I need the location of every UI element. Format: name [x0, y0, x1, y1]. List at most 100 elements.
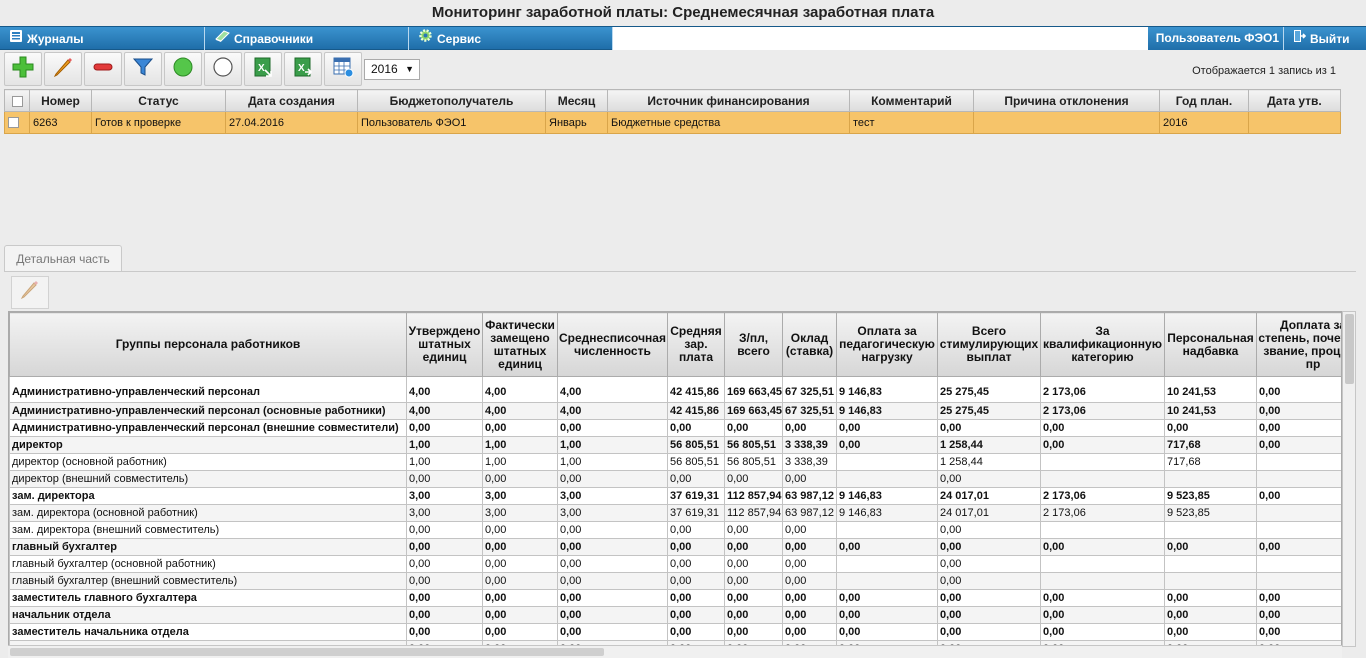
cell-value: 0,00: [937, 521, 1041, 539]
table-row[interactable]: Административно-управленческий персонал …: [9, 419, 1341, 437]
table-row[interactable]: главный бухгалтер (внешний совместитель)…: [9, 572, 1341, 590]
col-degree-bonus[interactable]: Доплата за степень, почетное звание, про…: [1256, 312, 1341, 377]
cell-value: 2 173,06: [1040, 376, 1165, 403]
cell-group: зам. директора: [9, 487, 407, 505]
col-approved[interactable]: Дата утв.: [1248, 89, 1341, 112]
edit-button[interactable]: [44, 52, 82, 86]
horizontal-scroll-thumb[interactable]: [10, 648, 604, 656]
approve-button[interactable]: [164, 52, 202, 86]
cell-value: [1040, 470, 1165, 488]
empty-circle-icon: [211, 55, 235, 84]
cell-value: 0,00: [406, 606, 483, 624]
cell-value: 0,00: [782, 521, 837, 539]
cell-value: 56 805,51: [724, 453, 783, 471]
col-comment[interactable]: Комментарий: [849, 89, 974, 112]
cell-value: 10 241,53: [1164, 402, 1257, 420]
cell-approved: [1248, 111, 1341, 134]
cell-value: 1 258,44: [937, 436, 1041, 454]
col-salary-total[interactable]: З/пл, всего: [724, 312, 783, 377]
cell-source: Бюджетные средства: [607, 111, 850, 134]
table-row[interactable]: директор (основной работник) 1,00 1,00 1,00…: [9, 453, 1341, 471]
col-approved-units[interactable]: Утверждено штатных единиц: [406, 312, 483, 377]
vertical-scrollbar[interactable]: [1342, 311, 1356, 647]
cell-value: 0,00: [782, 470, 837, 488]
table-row[interactable]: директор (внешний совместитель) 0,00 0,00 0…: [9, 470, 1341, 488]
table-row[interactable]: зам. директора (основной работник) 3,00 3,…: [9, 504, 1341, 522]
horizontal-scrollbar[interactable]: [8, 645, 1342, 658]
col-base-rate[interactable]: Оклад (ставка): [782, 312, 837, 377]
cell-value: 37 619,31: [667, 487, 725, 505]
select-all-checkbox[interactable]: [4, 89, 30, 112]
cell-value: [1256, 504, 1341, 522]
pencil-icon: [51, 55, 75, 84]
table-row[interactable]: главный бухгалтер 0,00 0,00 0,00 0,00 0,00 0,0…: [9, 538, 1341, 556]
col-personal-bonus[interactable]: Персональная надбавка: [1164, 312, 1257, 377]
col-avg-headcount[interactable]: Среднесписочная численность: [557, 312, 668, 377]
col-status[interactable]: Статус: [91, 89, 226, 112]
documents-table: Номер Статус Дата создания Бюджетополуча…: [4, 89, 1341, 134]
cell-value: 0,00: [937, 589, 1041, 607]
table-row[interactable]: 6263 Готов к проверке 27.04.2016 Пользов…: [4, 111, 1341, 134]
table-row[interactable]: Административно-управленческий персонал …: [9, 402, 1341, 420]
table-row[interactable]: начальник отдела 0,00 0,00 0,00 0,00 0,00 0,00…: [9, 606, 1341, 624]
cell-value: 1,00: [482, 436, 558, 454]
cell-group: Административно-управленческий персонал …: [9, 419, 407, 437]
delete-button[interactable]: [84, 52, 122, 86]
cell-reason: [973, 111, 1160, 134]
table-row[interactable]: заместитель начальника отдела 0,00 0,00 0,0…: [9, 623, 1341, 641]
add-button[interactable]: [4, 52, 42, 86]
cell-value: 0,00: [557, 538, 668, 556]
filter-button[interactable]: [124, 52, 162, 86]
col-source[interactable]: Источник финансирования: [607, 89, 850, 112]
cell-value: 4,00: [406, 402, 483, 420]
col-qualification[interactable]: За квалификационную категорию: [1040, 312, 1165, 377]
menu-journals[interactable]: Журналы: [0, 27, 205, 50]
col-created[interactable]: Дата создания: [225, 89, 358, 112]
col-filled-units[interactable]: Фактически замещено штатных единиц: [482, 312, 558, 377]
vertical-scroll-thumb[interactable]: [1345, 314, 1354, 384]
table-row[interactable]: зам. директора (внешний совместитель) 0,0…: [9, 521, 1341, 539]
cell-group: главный бухгалтер (основной работник): [9, 555, 407, 573]
cell-group: директор (основной работник): [9, 453, 407, 471]
cell-value: 63 987,12: [782, 487, 837, 505]
col-reason[interactable]: Причина отклонения: [973, 89, 1160, 112]
cell-value: 0,00: [724, 572, 783, 590]
col-incentives[interactable]: Всего стимулирующих выплат: [937, 312, 1041, 377]
cell-value: 0,00: [724, 419, 783, 437]
cell-value: 3,00: [482, 487, 558, 505]
menu-service[interactable]: Сервис: [409, 27, 613, 50]
col-plan-year[interactable]: Год план.: [1159, 89, 1249, 112]
cell-value: 2 173,06: [1040, 487, 1165, 505]
cell-value: 0,00: [1256, 606, 1341, 624]
table-row[interactable]: заместитель главного бухгалтера 0,00 0,00 0…: [9, 589, 1341, 607]
detail-edit-button[interactable]: [11, 276, 49, 309]
cell-value: 42 415,86: [667, 402, 725, 420]
cell-value: [1164, 572, 1257, 590]
svg-text:X: X: [298, 63, 305, 74]
cell-value: 0,00: [1256, 376, 1341, 403]
cell-value: 0,00: [724, 555, 783, 573]
cell-value: 56 805,51: [667, 436, 725, 454]
table-settings-button[interactable]: [324, 52, 362, 86]
tab-detail[interactable]: Детальная часть: [4, 245, 122, 272]
col-avg-salary[interactable]: Средняя зар. плата: [667, 312, 725, 377]
row-checkbox[interactable]: [4, 111, 30, 134]
col-pedagogical[interactable]: Оплата за педагогическую нагрузку: [836, 312, 938, 377]
import-excel-button[interactable]: X: [284, 52, 322, 86]
journal-icon: [9, 28, 23, 50]
table-row[interactable]: главный бухгалтер (основной работник) 0,0…: [9, 555, 1341, 573]
table-row[interactable]: зам. директора 3,00 3,00 3,00 37 619,31 112 8…: [9, 487, 1341, 505]
cell-value: [1256, 470, 1341, 488]
col-number[interactable]: Номер: [29, 89, 92, 112]
col-group[interactable]: Группы персонала работников: [9, 312, 407, 377]
table-row[interactable]: Административно-управленческий персонал 4…: [9, 376, 1341, 403]
menu-references[interactable]: Справочники: [205, 27, 409, 50]
clear-button[interactable]: [204, 52, 242, 86]
exit-button[interactable]: Выйти: [1283, 27, 1366, 50]
table-row[interactable]: директор 1,00 1,00 1,00 56 805,51 56 805,51 3 …: [9, 436, 1341, 454]
checkbox-icon: [11, 95, 23, 107]
year-select[interactable]: 2016 ▼: [364, 59, 420, 80]
export-excel-button[interactable]: X: [244, 52, 282, 86]
col-month[interactable]: Месяц: [545, 89, 608, 112]
col-recipient[interactable]: Бюджетополучатель: [357, 89, 546, 112]
